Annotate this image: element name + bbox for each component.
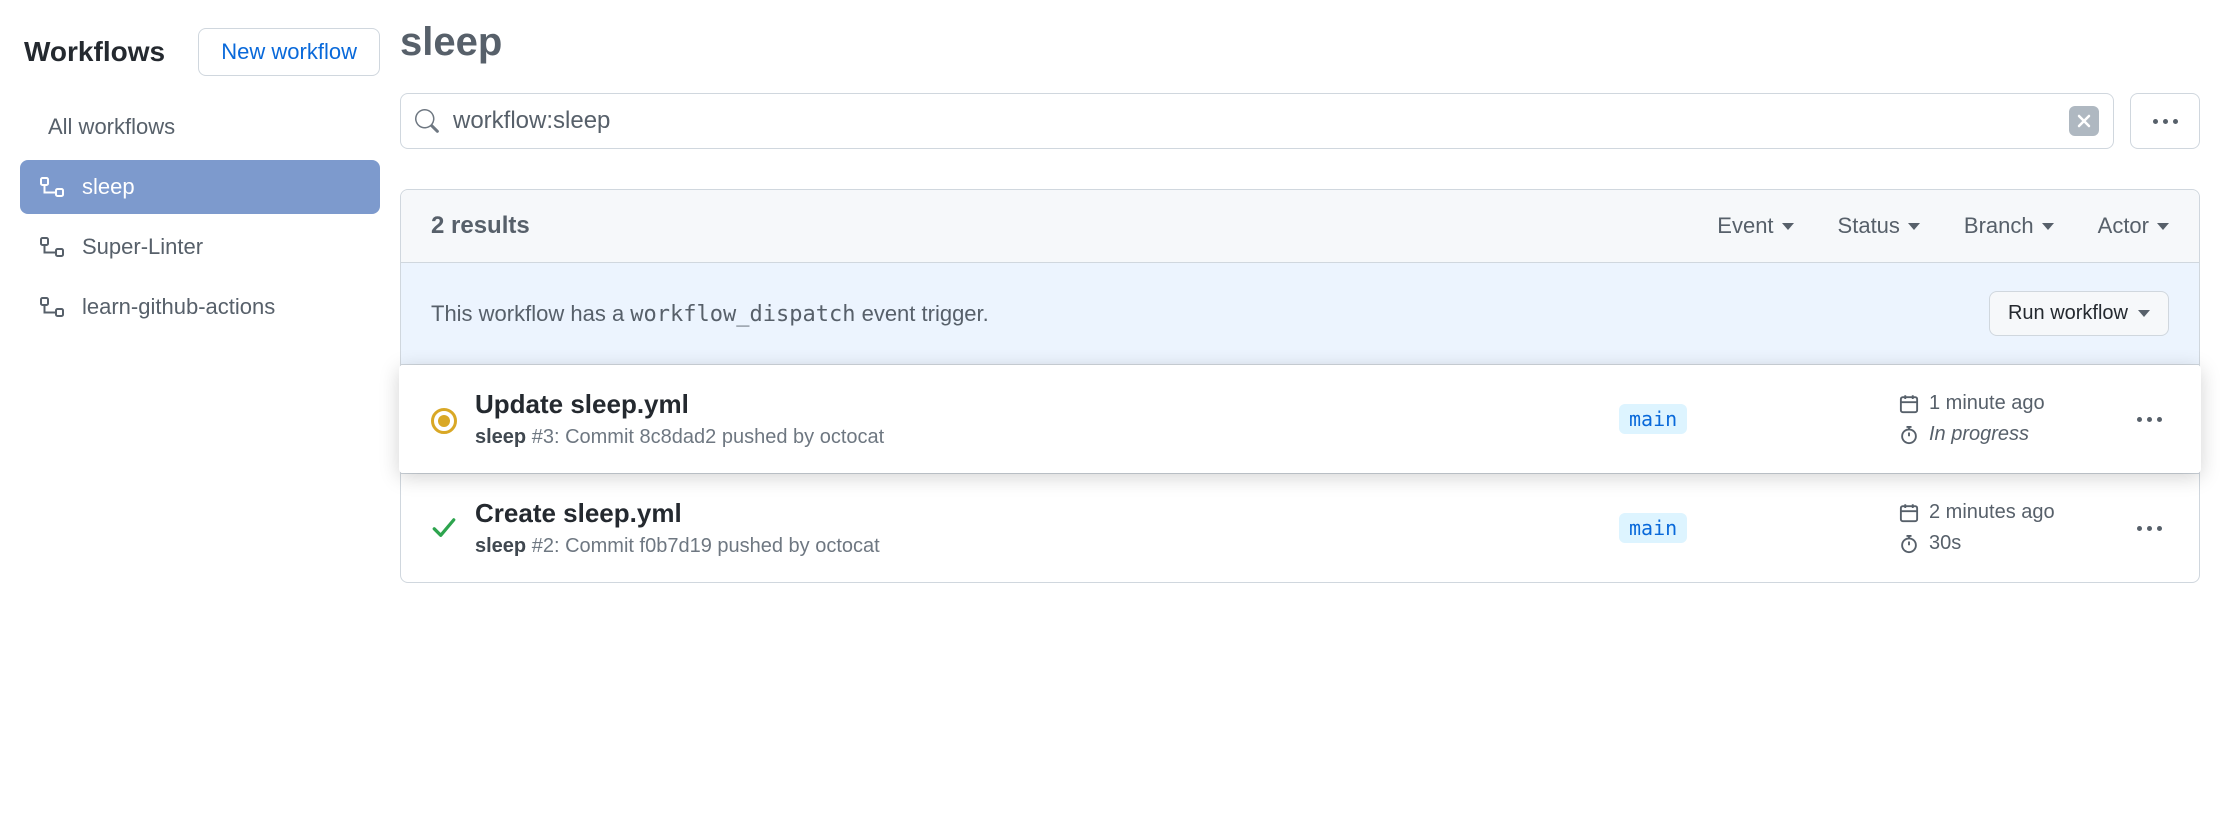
sidebar-item-label: All workflows [48,114,175,140]
stopwatch-icon [1899,534,1919,554]
filter-event[interactable]: Event [1717,213,1793,239]
filter-workflow-runs-input[interactable] [453,107,2069,135]
new-workflow-button[interactable]: New workflow [198,28,380,76]
sidebar-item-all-workflows[interactable]: All workflows [20,100,380,154]
run-duration: 30s [1899,532,2129,555]
sidebar-item-label: sleep [82,174,135,200]
run-status [431,511,475,546]
run-time: 1 minute ago [1899,392,2129,415]
run-menu-button[interactable] [2129,417,2169,422]
run-meta: 2 minutes ago 30s [1899,501,2129,555]
run-row[interactable]: Update sleep.yml sleep #3: Commit 8c8dad… [399,365,2201,473]
close-icon [2076,113,2092,129]
sidebar-item-learn-github-actions[interactable]: learn-github-actions [20,280,380,334]
run-workflow-button[interactable]: Run workflow [1989,291,2169,336]
clear-search-button[interactable] [2069,106,2099,136]
chevron-down-icon [1908,223,1920,230]
status-running-icon [431,408,457,434]
run-meta: 1 minute ago In progress [1899,392,2129,446]
filter-actor[interactable]: Actor [2098,213,2169,239]
workflow-icon [40,177,64,197]
search-row [400,93,2200,149]
run-branch: main [1619,404,1899,434]
filter-branch[interactable]: Branch [1964,213,2054,239]
chevron-down-icon [2042,223,2054,230]
kebab-icon [2153,119,2178,124]
sidebar-title: Workflows [24,36,165,68]
branch-badge[interactable]: main [1619,513,1687,543]
calendar-icon [1899,394,1919,414]
sidebar-item-super-linter[interactable]: Super-Linter [20,220,380,274]
workflow-icon [40,237,64,257]
results-header: 2 results Event Status Branch Actor [401,190,2199,263]
chevron-down-icon [2157,223,2169,230]
results-count: 2 results [431,212,1673,240]
sidebar-item-label: Super-Linter [82,234,203,260]
dispatch-banner: This workflow has a workflow_dispatch ev… [401,263,2199,365]
sidebar-header: Workflows New workflow [20,20,380,100]
main-content: sleep 2 results Event Status Branch Acto… [400,20,2200,820]
run-row[interactable]: Create sleep.yml sleep #2: Commit f0b7d1… [401,473,2199,582]
run-info: Create sleep.yml sleep #2: Commit f0b7d1… [475,498,1619,558]
run-time: 2 minutes ago [1899,501,2129,524]
workflow-menu-button[interactable] [2130,93,2200,149]
results-panel: 2 results Event Status Branch Actor This… [400,189,2200,583]
run-menu-button[interactable] [2129,526,2169,531]
page-title: sleep [400,20,2200,65]
stopwatch-icon [1899,425,1919,445]
search-wrapper [400,93,2114,149]
run-subtitle: sleep #2: Commit f0b7d19 pushed by octoc… [475,535,1619,558]
filter-status[interactable]: Status [1838,213,1920,239]
sidebar-item-sleep[interactable]: sleep [20,160,380,214]
workflow-icon [40,297,64,317]
dispatch-text: This workflow has a workflow_dispatch ev… [431,301,989,327]
chevron-down-icon [2138,310,2150,317]
run-subtitle: sleep #3: Commit 8c8dad2 pushed by octoc… [475,426,1619,449]
run-branch: main [1619,513,1899,543]
calendar-icon [1899,503,1919,523]
run-status [431,404,475,434]
search-icon [415,109,439,133]
sidebar-item-label: learn-github-actions [82,294,275,320]
status-success-icon [431,515,457,546]
kebab-icon [2137,526,2162,531]
run-duration: In progress [1899,423,2129,446]
run-title[interactable]: Create sleep.yml [475,498,1619,529]
chevron-down-icon [1782,223,1794,230]
run-title[interactable]: Update sleep.yml [475,389,1619,420]
sidebar: Workflows New workflow All workflows sle… [20,20,400,820]
kebab-icon [2137,417,2162,422]
branch-badge[interactable]: main [1619,404,1687,434]
run-info: Update sleep.yml sleep #3: Commit 8c8dad… [475,389,1619,449]
